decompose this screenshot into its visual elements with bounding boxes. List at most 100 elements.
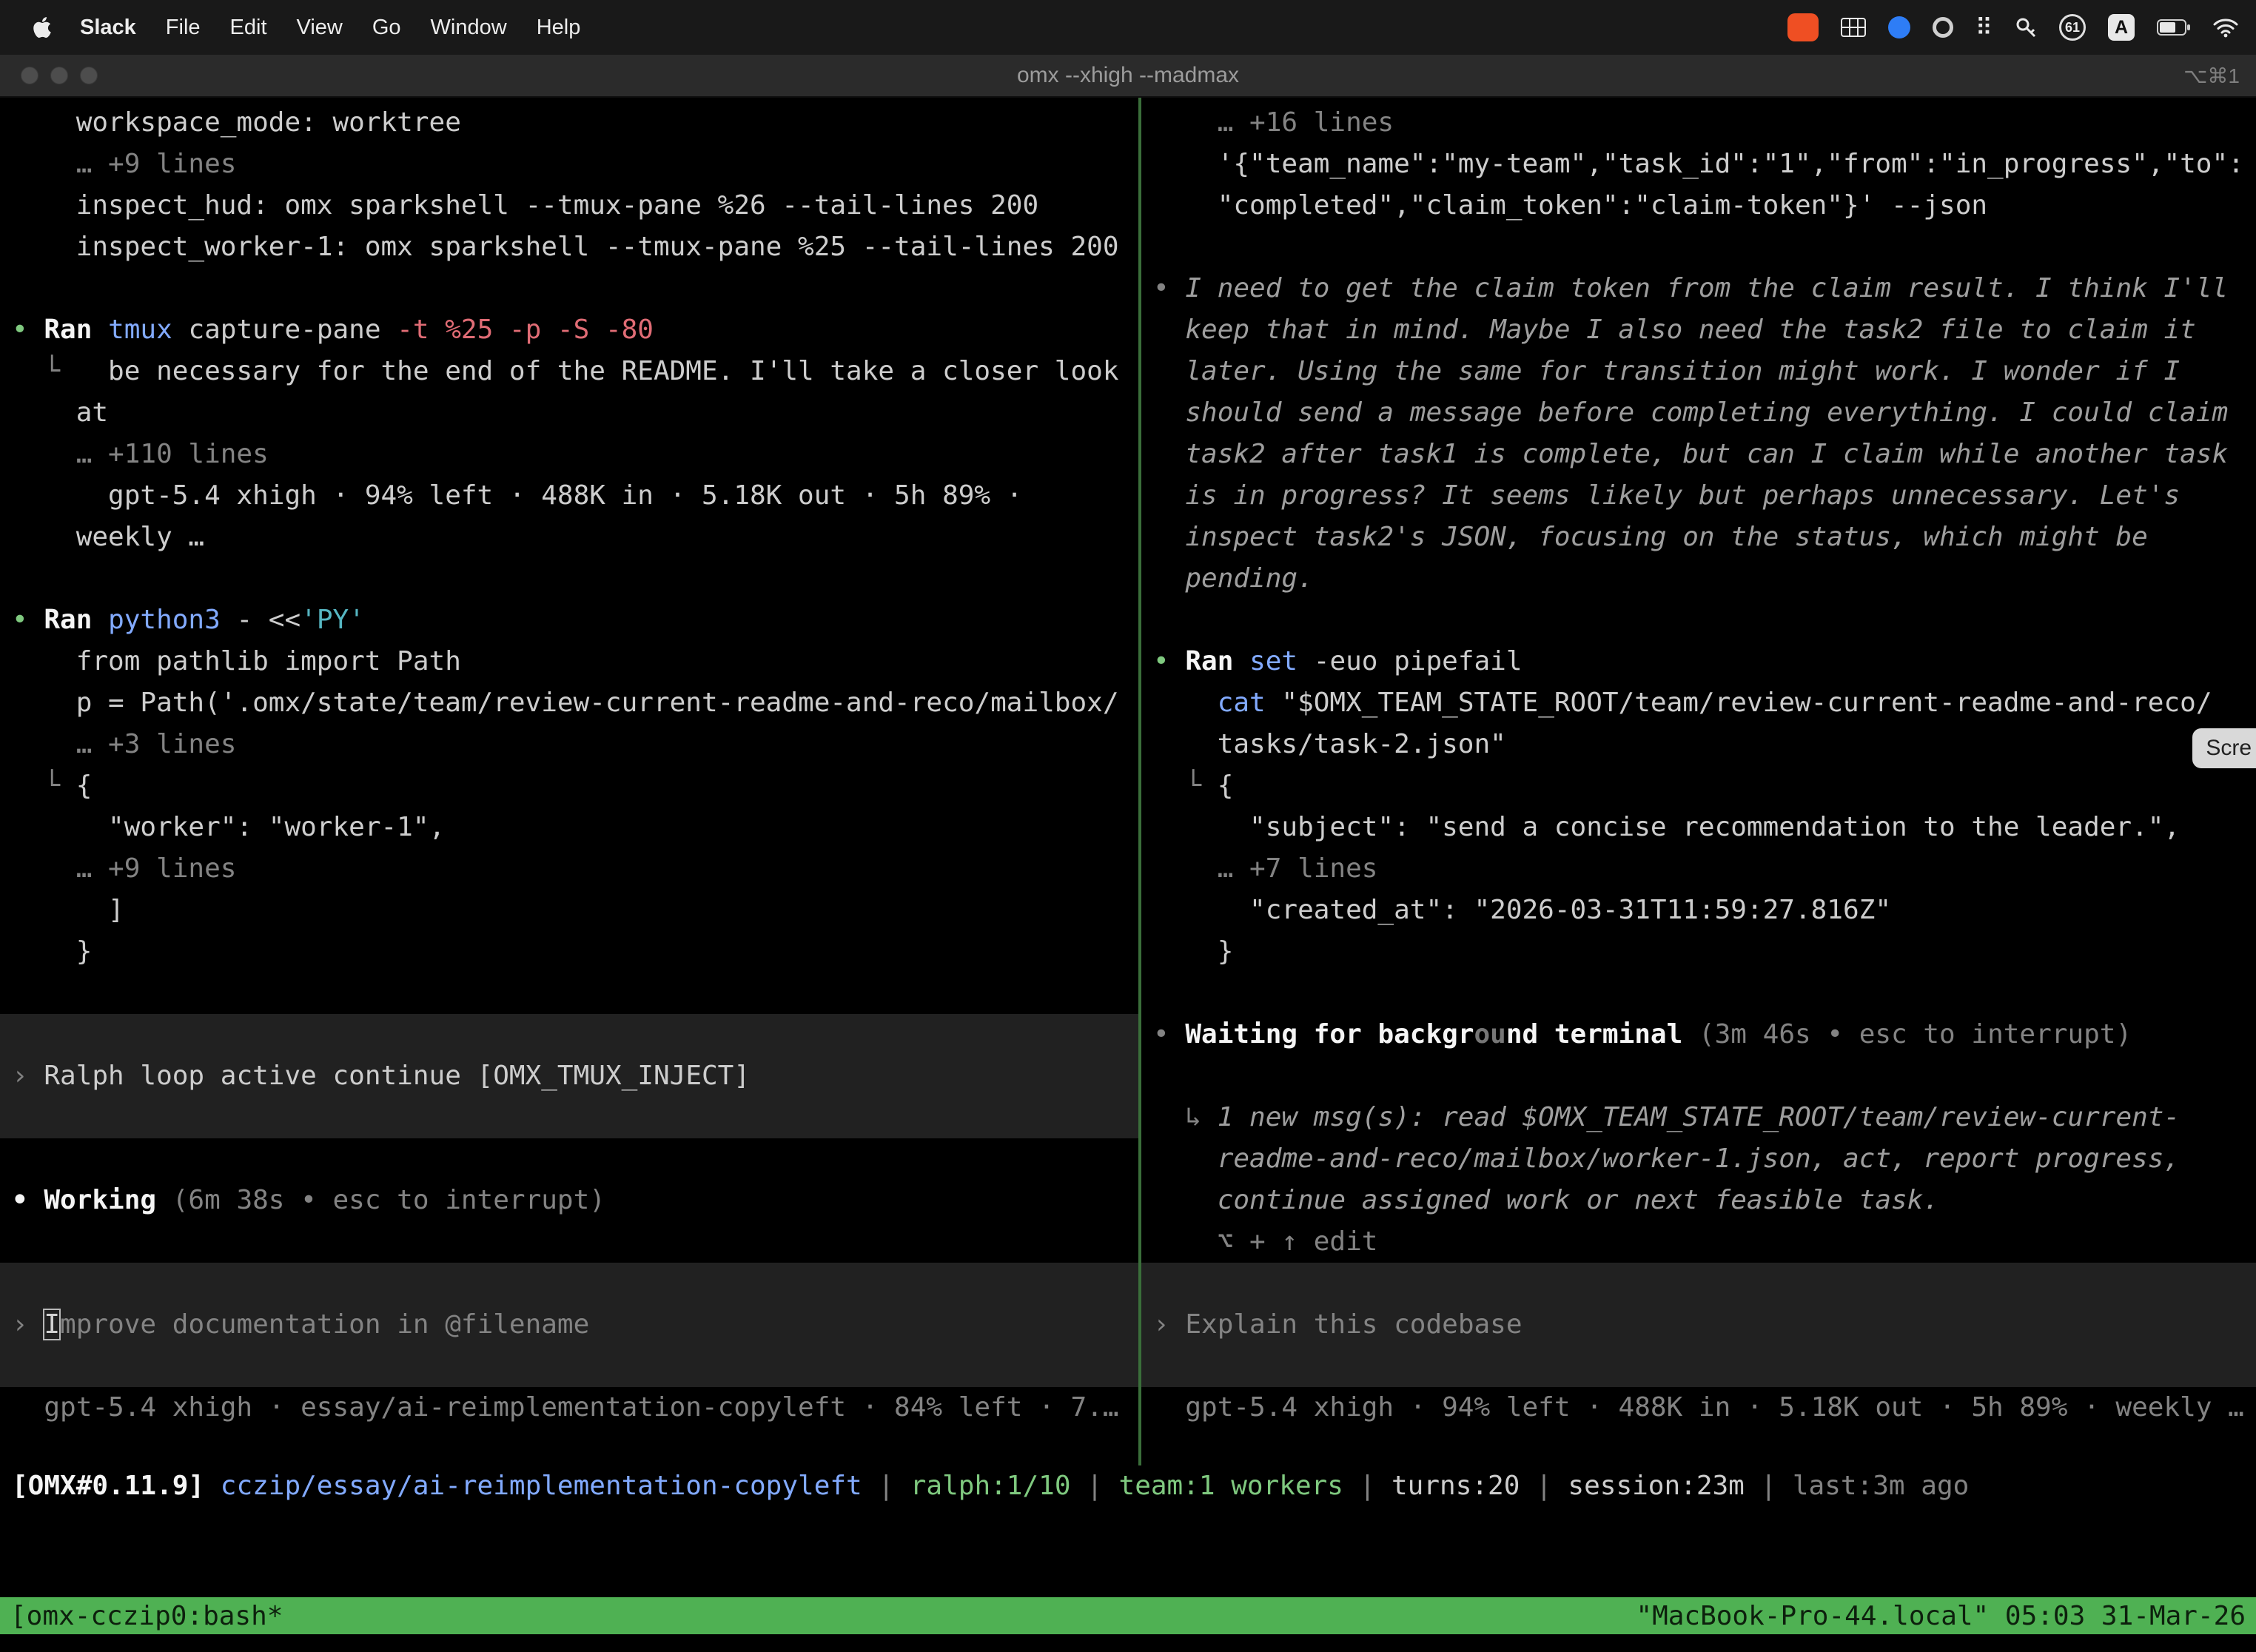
terminal-line: [1141, 1055, 2256, 1097]
screen-recording-indicator[interactable]: [1787, 13, 1819, 41]
text-segment: gpt-5.4 xhigh · essay/ai-reimplementatio…: [12, 1392, 1119, 1423]
menu-edit[interactable]: Edit: [215, 16, 282, 40]
terminal-line: weekly …: [0, 517, 1138, 558]
terminal-line: inspect task2's JSON, focusing on the st…: [1141, 517, 2256, 558]
text-segment: … +9 lines: [12, 853, 236, 884]
text-segment: └: [12, 356, 108, 386]
terminal-line: … +16 lines: [1141, 102, 2256, 144]
battery-icon[interactable]: [2157, 19, 2191, 36]
text-segment: gpt-5.4 xhigh · 94% left · 488K in · 5.1…: [1153, 1392, 2244, 1423]
terminal-line: workspace_mode: worktree: [0, 102, 1138, 144]
dots-grid-icon[interactable]: ⠿: [1975, 13, 1993, 41]
text-segment: later. Using the same for transition mig…: [1153, 356, 2180, 386]
text-segment: Ran: [1185, 646, 1249, 676]
battery-percent-badge[interactable]: 61: [2059, 14, 2086, 41]
terminal-line: later. Using the same for transition mig…: [1141, 351, 2256, 392]
terminal-line: • Ran set -euo pipefail: [1141, 641, 2256, 682]
menubar-status-icons: ⠿ 61 A: [1787, 13, 2256, 41]
text-segment: weekly …: [12, 522, 204, 552]
wifi-icon[interactable]: [2213, 18, 2238, 38]
text-segment: └: [12, 770, 76, 801]
text-segment: "completed","claim_token":"claim-token"}…: [1153, 190, 1987, 221]
zoom-button[interactable]: [80, 67, 98, 84]
text-segment: ›: [1153, 1309, 1185, 1340]
menu-view[interactable]: View: [282, 16, 357, 40]
text-segment: inspect_worker-1: omx sparkshell --tmux-…: [12, 232, 1119, 262]
menu-file[interactable]: File: [151, 16, 215, 40]
text-segment: "subject": "send a concise recommendatio…: [1153, 812, 2180, 842]
blue-app-icon[interactable]: [1888, 16, 1910, 38]
terminal-line: readme-and-reco/mailbox/worker-1.json, a…: [1141, 1138, 2256, 1180]
text-segment: Explain this codebase: [1185, 1309, 1522, 1340]
terminal-line: inspect_worker-1: omx sparkshell --tmux-…: [0, 226, 1138, 268]
apple-menu-icon[interactable]: [19, 16, 65, 39]
menu-go[interactable]: Go: [357, 16, 416, 40]
terminal-line: gpt-5.4 xhigh · 94% left · 488K in · 5.1…: [0, 475, 1138, 517]
terminal-line: [1141, 973, 2256, 1014]
terminal-line: • I need to get the claim token from the…: [1141, 268, 2256, 309]
menu-help[interactable]: Help: [522, 16, 596, 40]
terminal-line: gpt-5.4 xhigh · 94% left · 488K in · 5.1…: [1141, 1387, 2256, 1428]
terminal-line: [0, 973, 1138, 1014]
window-titlebar: omx --xhigh --madmax ⌥⌘1: [0, 55, 2256, 98]
text-segment: tasks/task-2.json": [1153, 729, 1506, 759]
menu-window[interactable]: Window: [416, 16, 522, 40]
window-title: omx --xhigh --madmax: [0, 63, 2256, 88]
terminal-line: [1141, 226, 2256, 268]
text-segment: •: [12, 605, 44, 635]
composer-line[interactable]: › Explain this codebase: [1141, 1304, 2256, 1346]
terminal-line: cat "$OMX_TEAM_STATE_ROOT/team/review-cu…: [1141, 682, 2256, 724]
terminal-line: ↳ 1 new msg(s): read $OMX_TEAM_STATE_ROO…: [1141, 1097, 2256, 1138]
terminal-line: • Waiting for background terminal (3m 46…: [1141, 1014, 2256, 1055]
terminal-line: [OMX#0.11.9] cczip/essay/ai-reimplementa…: [0, 1465, 2256, 1507]
terminal-line: from pathlib import Path: [0, 641, 1138, 682]
active-app-menu[interactable]: Slack: [65, 16, 151, 40]
terminal-line: [1141, 1346, 2256, 1387]
text-segment: • Working: [12, 1185, 172, 1215]
key-icon[interactable]: [2015, 16, 2037, 38]
terminal-line: … +3 lines: [0, 724, 1138, 765]
terminal-line: • Working (6m 38s • esc to interrupt): [0, 1180, 1138, 1221]
terminal-line: └ {: [1141, 765, 2256, 807]
text-segment: - <<: [236, 605, 301, 635]
input-source-icon[interactable]: A: [2108, 14, 2135, 41]
text-segment: -t %25 -p -S -80: [397, 315, 654, 345]
terminal-line: [0, 1346, 1138, 1387]
text-segment: •: [12, 315, 44, 345]
terminal-line: "subject": "send a concise recommendatio…: [1141, 807, 2256, 848]
text-segment: pending.: [1153, 563, 1314, 594]
terminal-line: "created_at": "2026-03-31T11:59:27.816Z": [1141, 890, 2256, 931]
omx-status-line: [OMX#0.11.9] cczip/essay/ai-reimplementa…: [0, 1465, 2256, 1507]
text-segment: }: [1153, 936, 1233, 967]
swirl-app-icon[interactable]: [1933, 17, 1953, 38]
text-segment: ]: [12, 895, 124, 925]
terminal-line: task2 after task1 is complete, but can I…: [1141, 434, 2256, 475]
text-segment: }: [12, 936, 92, 967]
terminal-line: • Ran python3 - <<'PY': [0, 600, 1138, 641]
terminal-line: [0, 1014, 1138, 1055]
text-segment: •: [1153, 1019, 1185, 1050]
grid-icon[interactable]: [1841, 18, 1866, 37]
composer-line[interactable]: › Improve documentation in @filename: [0, 1304, 1138, 1346]
terminal-line: keep that in mind. Maybe I also need the…: [1141, 309, 2256, 351]
text-segment: keep that in mind. Maybe I also need the…: [1153, 315, 2196, 345]
terminal-line: at: [0, 392, 1138, 434]
text-segment: 'PY': [301, 605, 365, 635]
composer-line[interactable]: › Ralph loop active continue [OMX_TMUX_I…: [0, 1055, 1138, 1097]
text-segment: set: [1249, 646, 1314, 676]
text-segment: last:3m ago: [1793, 1471, 1969, 1501]
close-button[interactable]: [21, 67, 38, 84]
text-segment: Ralph loop active continue [OMX_TMUX_INJ…: [44, 1061, 750, 1091]
text-segment: 1 new msg(s): read $OMX_TEAM_STATE_ROOT/…: [1218, 1102, 2180, 1132]
text-segment: mprove documentation in @filename: [60, 1309, 589, 1340]
minimize-button[interactable]: [50, 67, 68, 84]
terminal-line: └ {: [0, 765, 1138, 807]
text-segment: inspect_hud: omx sparkshell --tmux-pane …: [12, 190, 1038, 221]
terminal-line: [1141, 1263, 2256, 1304]
text-segment: (6m 38s • esc to interrupt): [172, 1185, 605, 1215]
terminal-line: continue assigned work or next feasible …: [1141, 1180, 2256, 1221]
text-segment: "$OMX_TEAM_STATE_ROOT/team/review-curren…: [1281, 688, 2212, 718]
text-segment: ›: [12, 1061, 44, 1091]
terminal-line: ⌥ + ↑ edit: [1141, 1221, 2256, 1263]
text-segment: be necessary for the end of the README. …: [108, 356, 1118, 386]
